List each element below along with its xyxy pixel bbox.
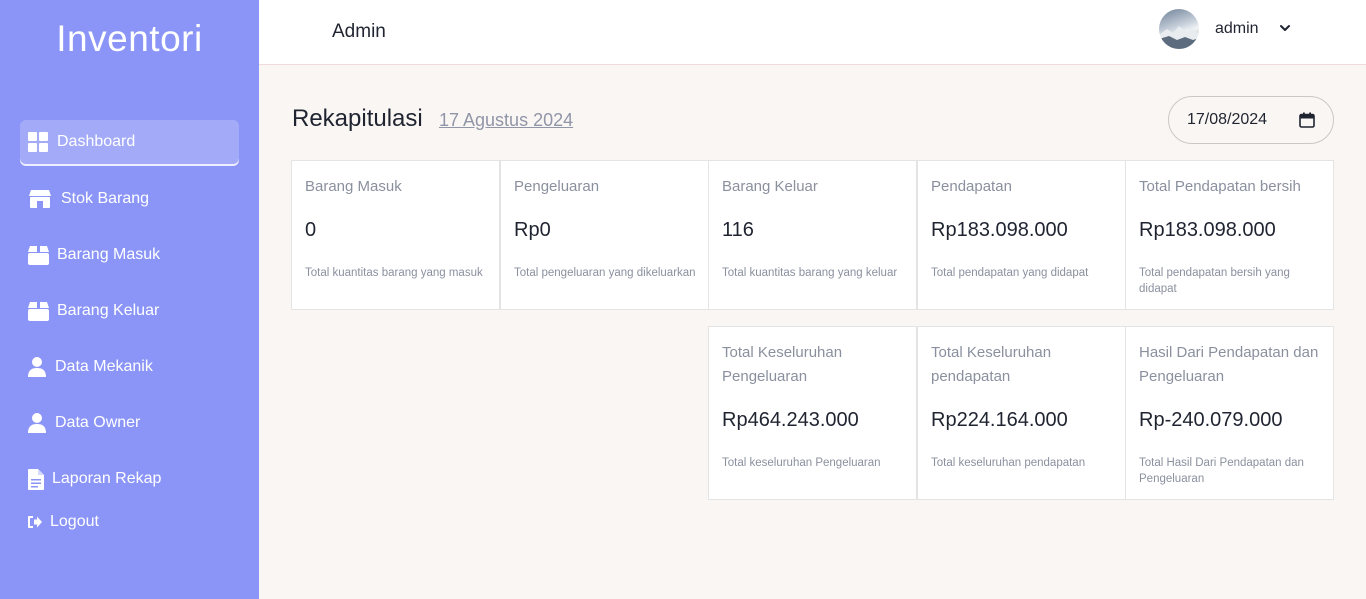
sidebar-item-dashboard[interactable]: Dashboard bbox=[20, 120, 239, 164]
sidebar-item-data-mekanik[interactable]: Data Mekanik bbox=[20, 345, 239, 389]
card-description: Total kuantitas barang yang keluar bbox=[722, 267, 898, 279]
stat-card-total-keseluruhan-pengeluaran: Total Keseluruhan Pengeluaran Rp464.243.… bbox=[708, 326, 917, 500]
stat-card-pengeluaran: Pengeluaran Rp0 Total pengeluaran yang d… bbox=[500, 160, 709, 310]
brand-logo[interactable]: Inventori bbox=[0, 18, 259, 60]
card-value: Rp-240.079.000 bbox=[1139, 409, 1283, 431]
card-description: Total pengeluaran yang dikeluarkan bbox=[514, 267, 696, 279]
box-icon bbox=[27, 300, 49, 322]
card-title: Total Keseluruhan Pengeluaran bbox=[722, 344, 843, 385]
card-description: Total pendapatan bersih yang didapat bbox=[1139, 267, 1290, 295]
avatar[interactable] bbox=[1159, 9, 1199, 49]
sidebar-item-label: Barang Keluar bbox=[57, 302, 160, 319]
card-title: Barang Keluar bbox=[722, 178, 818, 195]
stat-card-pendapatan: Pendapatan Rp183.098.000 Total pendapata… bbox=[917, 160, 1126, 310]
card-value: Rp224.164.000 bbox=[931, 409, 1068, 431]
user-name[interactable]: admin bbox=[1215, 20, 1259, 38]
sidebar-item-data-owner[interactable]: Data Owner bbox=[20, 401, 239, 445]
card-title: Total Pendapatan bersih bbox=[1139, 178, 1301, 195]
sidebar-item-label: Laporan Rekap bbox=[52, 470, 162, 487]
sidebar-item-label: Barang Masuk bbox=[57, 246, 161, 263]
card-value: 0 bbox=[305, 219, 317, 241]
sidebar-item-barang-masuk[interactable]: Barang Masuk bbox=[20, 233, 239, 277]
card-value: Rp183.098.000 bbox=[1139, 219, 1276, 241]
store-icon bbox=[27, 188, 53, 210]
sidebar-item-label: Dashboard bbox=[57, 133, 136, 150]
card-title: Hasil Dari Pendapatan dan Pengeluaran bbox=[1139, 344, 1319, 385]
card-value: 116 bbox=[722, 219, 754, 241]
topbar: Admin admin bbox=[259, 0, 1366, 65]
sidebar-item-label: Stok Barang bbox=[61, 190, 150, 207]
card-description: Total kuantitas barang yang masuk bbox=[305, 267, 483, 279]
page-header-title: Admin bbox=[332, 21, 386, 42]
dashboard-icon bbox=[27, 131, 49, 153]
card-title: Pengeluaran bbox=[514, 178, 600, 195]
card-title: Total Keseluruhan pendapatan bbox=[931, 344, 1052, 385]
user-icon bbox=[27, 356, 47, 378]
card-title: Pendapatan bbox=[931, 178, 1012, 195]
section-date: 17 Agustus 2024 bbox=[439, 110, 574, 130]
card-value: Rp0 bbox=[514, 219, 551, 241]
card-title: Barang Masuk bbox=[305, 178, 402, 195]
date-value: 17/08/2024 bbox=[1187, 111, 1268, 128]
card-value: Rp183.098.000 bbox=[931, 219, 1068, 241]
user-icon bbox=[27, 412, 47, 434]
card-description: Total keseluruhan Pengeluaran bbox=[722, 457, 881, 469]
card-description: Total pendapatan yang didapat bbox=[931, 267, 1089, 279]
sidebar-item-stok-barang[interactable]: Stok Barang bbox=[20, 177, 239, 221]
stat-card-total-keseluruhan-pendapatan: Total Keseluruhan pendapatan Rp224.164.0… bbox=[917, 326, 1126, 500]
sidebar-item-barang-keluar[interactable]: Barang Keluar bbox=[20, 289, 239, 333]
card-description: Total keseluruhan pendapatan bbox=[931, 457, 1086, 469]
section-title: Rekapitulasi bbox=[292, 105, 423, 132]
sidebar-item-laporan-rekap[interactable]: Laporan Rekap bbox=[20, 457, 239, 501]
file-icon bbox=[27, 468, 44, 490]
card-description: Total Hasil Dari Pendapatan dan Pengelua… bbox=[1139, 457, 1304, 485]
chevron-down-icon[interactable] bbox=[1278, 20, 1292, 36]
sidebar-item-label: Data Mekanik bbox=[55, 358, 153, 375]
calendar-icon[interactable] bbox=[1299, 112, 1315, 133]
sidebar-item-label: Logout bbox=[50, 513, 99, 530]
stat-card-barang-keluar: Barang Keluar 116 Total kuantitas barang… bbox=[708, 160, 917, 310]
card-value: Rp464.243.000 bbox=[722, 409, 859, 431]
stat-card-barang-masuk: Barang Masuk 0 Total kuantitas barang ya… bbox=[291, 160, 500, 310]
stat-card-hasil-pendapatan-pengeluaran: Hasil Dari Pendapatan dan Pengeluaran Rp… bbox=[1125, 326, 1334, 500]
stat-card-total-pendapatan-bersih: Total Pendapatan bersih Rp183.098.000 To… bbox=[1125, 160, 1334, 310]
sidebar: Inventori Dashboard Stok Barang Barang M… bbox=[0, 0, 259, 599]
date-picker-input[interactable]: 17/08/2024 bbox=[1168, 96, 1334, 144]
box-icon bbox=[27, 244, 49, 266]
sidebar-item-logout[interactable]: Logout bbox=[20, 500, 239, 544]
logout-icon bbox=[27, 511, 42, 533]
sidebar-item-label: Data Owner bbox=[55, 414, 141, 431]
